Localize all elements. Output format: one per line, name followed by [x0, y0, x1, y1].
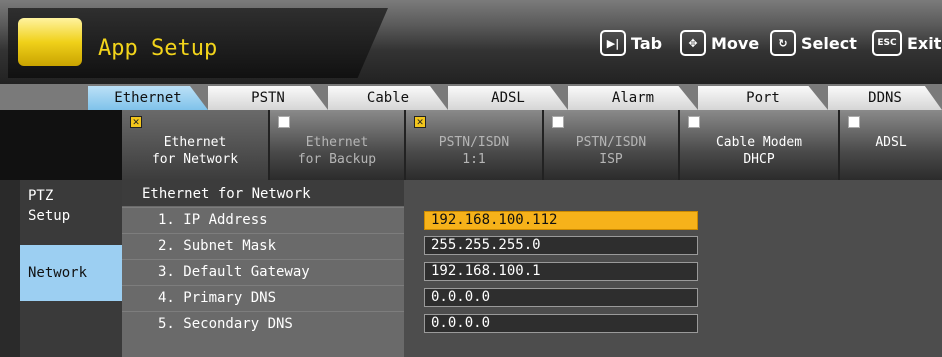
option-ethernet-backup[interactable]: Ethernet for Backup — [270, 110, 406, 180]
setting-label: 5. Secondary DNS — [158, 316, 293, 332]
sidebar-item-ptz-setup[interactable]: PTZ Setup — [20, 186, 122, 246]
option-label: Cable Modem DHCP — [715, 135, 803, 167]
move-key-icon: ✥ — [680, 30, 706, 56]
option-label: ADSL — [875, 135, 907, 150]
secondary-dns-field[interactable]: 0.0.0.0 — [424, 314, 698, 333]
tab-hint-label: Tab — [631, 33, 663, 53]
move-hint: ✥ Move — [680, 30, 759, 56]
tab-cable[interactable]: Cable — [328, 86, 448, 110]
select-key-icon: ↻ — [770, 30, 796, 56]
exit-hint-label: Exit — [907, 33, 942, 53]
exit-hint: ESC Exit — [872, 30, 941, 56]
tab-port[interactable]: Port — [698, 86, 828, 110]
select-hint-label: Select — [801, 33, 857, 53]
option-adsl[interactable]: ADSL — [840, 110, 942, 180]
option-label: PSTN/ISDN 1:1 — [438, 135, 510, 167]
sidebar-item-network[interactable]: Network — [20, 245, 122, 301]
setting-row: 1. IP Address — [122, 207, 404, 233]
option-pstn-isdn-isp[interactable]: PSTN/ISDN ISP — [544, 110, 680, 180]
tab-alarm[interactable]: Alarm — [568, 86, 698, 110]
move-hint-label: Move — [711, 33, 760, 53]
checkbox-icon[interactable] — [278, 116, 290, 128]
default-gateway-field[interactable]: 192.168.100.1 — [424, 262, 698, 281]
primary-dns-field[interactable]: 0.0.0.0 — [424, 288, 698, 307]
checkbox-icon[interactable] — [848, 116, 860, 128]
option-label: PSTN/ISDN ISP — [575, 135, 647, 167]
option-label: Ethernet for Network — [151, 135, 239, 167]
checkbox-checked-icon[interactable]: ✕ — [414, 116, 426, 128]
setting-label: 2. Subnet Mask — [158, 238, 277, 254]
panel-title: Ethernet for Network — [142, 186, 311, 202]
select-hint: ↻ Select — [770, 30, 857, 56]
tab-ethernet[interactable]: Ethernet — [88, 86, 208, 110]
setting-label: 4. Primary DNS — [158, 290, 277, 306]
tab-hint: ▶| Tab — [600, 30, 662, 56]
checkbox-icon[interactable] — [552, 116, 564, 128]
tab-adsl[interactable]: ADSL — [448, 86, 568, 110]
page-title: App Setup — [98, 36, 218, 61]
setting-label: 3. Default Gateway — [158, 264, 310, 280]
tab-ddns[interactable]: DDNS — [828, 86, 942, 110]
checkbox-checked-icon[interactable]: ✕ — [130, 116, 142, 128]
ip-address-field[interactable]: 192.168.100.112 — [424, 211, 698, 230]
checkbox-icon[interactable] — [688, 116, 700, 128]
tab-pstn[interactable]: PSTN — [208, 86, 328, 110]
subnet-mask-field[interactable]: 255.255.255.0 — [424, 236, 698, 255]
option-ethernet-network[interactable]: ✕ Ethernet for Network — [122, 110, 270, 180]
app-setup-icon — [18, 18, 82, 66]
tab-key-icon: ▶| — [600, 30, 626, 56]
setting-row: 5. Secondary DNS — [122, 311, 404, 337]
esc-key-icon: ESC — [872, 30, 902, 56]
setting-row: 2. Subnet Mask — [122, 233, 404, 259]
option-pstn-isdn-1-1[interactable]: ✕ PSTN/ISDN 1:1 — [406, 110, 544, 180]
setting-label: 1. IP Address — [158, 212, 268, 228]
setting-row: 4. Primary DNS — [122, 285, 404, 311]
option-label: Ethernet for Backup — [297, 135, 377, 167]
setting-row: 3. Default Gateway — [122, 259, 404, 285]
option-cable-modem-dhcp[interactable]: Cable Modem DHCP — [680, 110, 840, 180]
